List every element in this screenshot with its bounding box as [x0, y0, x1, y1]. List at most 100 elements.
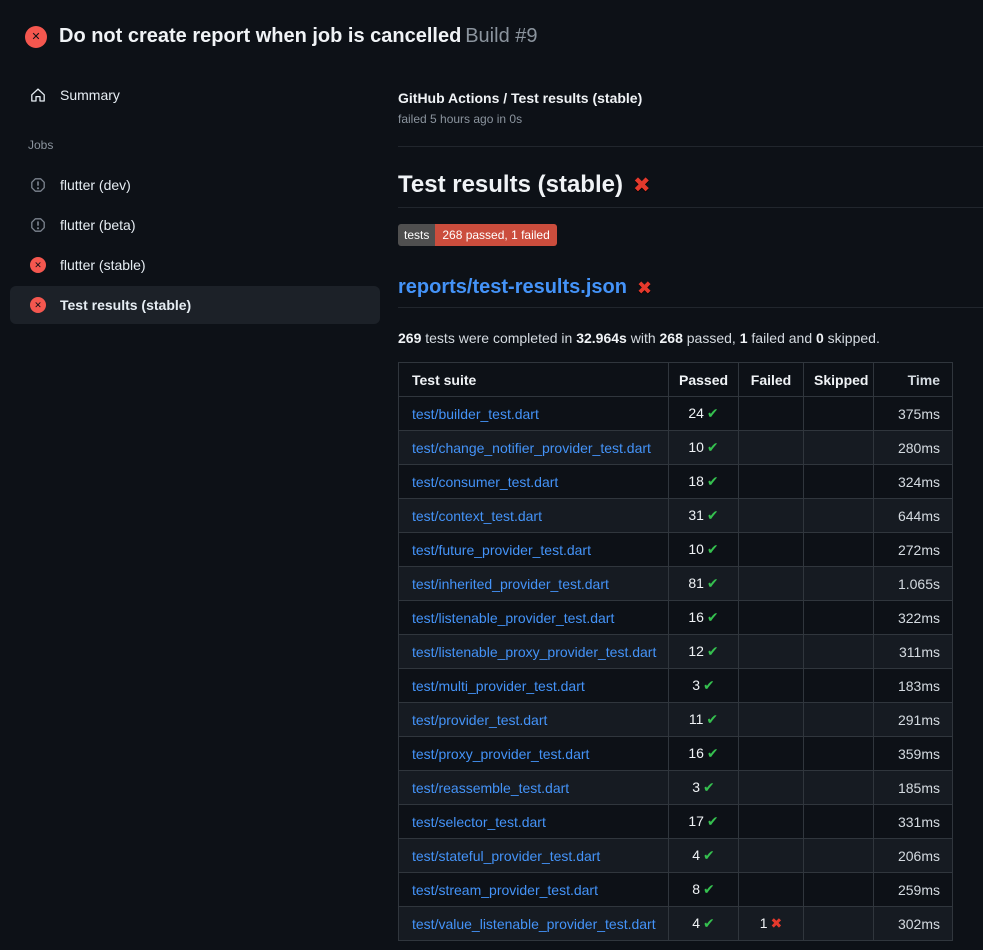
- run-title-line: Do not create report when job is cancell…: [59, 25, 538, 48]
- passed-cell: 81✔: [669, 567, 739, 601]
- failed-cell: [739, 431, 804, 465]
- tests-badge-value: 268 passed, 1 failed: [435, 224, 556, 246]
- table-row: test/stateful_provider_test.dart4✔206ms: [399, 839, 953, 873]
- failed-cell: 1✖: [739, 907, 804, 941]
- table-row: test/inherited_provider_test.dart81✔1.06…: [399, 567, 953, 601]
- run-title: Do not create report when job is cancell…: [59, 25, 461, 47]
- skipped-cell: [804, 601, 874, 635]
- report-file-link[interactable]: reports/test-results.json: [398, 276, 627, 299]
- run-status-line: failed 5 hours ago in 0s: [398, 110, 983, 128]
- check-icon: ✔: [703, 779, 715, 795]
- failed-cell: [739, 873, 804, 907]
- passed-cell: 10✔: [669, 431, 739, 465]
- summary-segment: tests were completed in: [421, 330, 576, 346]
- job-failed-icon: ✕: [30, 297, 46, 313]
- jobs-section-label: Jobs: [28, 138, 390, 152]
- test-suite-link[interactable]: test/inherited_provider_test.dart: [412, 576, 609, 592]
- time-cell: 324ms: [874, 465, 953, 499]
- summary-segment: 269: [398, 330, 421, 346]
- tests-badge-label: tests: [398, 224, 435, 246]
- skipped-cell: [804, 839, 874, 873]
- failed-cell: [739, 465, 804, 499]
- summary-segment: passed,: [683, 330, 740, 346]
- sidebar-job-item[interactable]: flutter (beta): [10, 206, 380, 244]
- failed-cell: [739, 601, 804, 635]
- sidebar-job-item[interactable]: ✕flutter (stable): [10, 246, 380, 284]
- passed-cell: 4✔: [669, 839, 739, 873]
- job-cancelled-icon: [30, 217, 46, 233]
- check-icon: ✔: [706, 711, 718, 727]
- failed-cell: [739, 499, 804, 533]
- job-label: flutter (stable): [60, 257, 146, 273]
- skipped-cell: [804, 737, 874, 771]
- sidebar-job-item[interactable]: flutter (dev): [10, 166, 380, 204]
- section-title-text: Test results (stable): [398, 171, 623, 199]
- test-suite-link[interactable]: test/provider_test.dart: [412, 712, 547, 728]
- summary-segment: 1: [740, 330, 748, 346]
- skipped-cell: [804, 703, 874, 737]
- sidebar-item-summary[interactable]: Summary: [10, 76, 380, 114]
- test-suite-link[interactable]: test/selector_test.dart: [412, 814, 546, 830]
- skipped-cell: [804, 397, 874, 431]
- test-suite-link[interactable]: test/value_listenable_provider_test.dart: [412, 916, 656, 932]
- failed-cell: [739, 703, 804, 737]
- test-suite-link[interactable]: test/listenable_proxy_provider_test.dart: [412, 644, 656, 660]
- passed-cell: 24✔: [669, 397, 739, 431]
- time-cell: 183ms: [874, 669, 953, 703]
- skipped-cell: [804, 499, 874, 533]
- test-suite-link[interactable]: test/stream_provider_test.dart: [412, 882, 598, 898]
- table-row: test/provider_test.dart11✔291ms: [399, 703, 953, 737]
- test-suite-link[interactable]: test/multi_provider_test.dart: [412, 678, 585, 694]
- test-suite-link[interactable]: test/consumer_test.dart: [412, 474, 558, 490]
- failed-cell: [739, 669, 804, 703]
- test-suite-link[interactable]: test/builder_test.dart: [412, 406, 539, 422]
- report-failed-x-icon: ✖: [637, 279, 652, 297]
- failed-cell: [739, 635, 804, 669]
- cross-icon: ✖: [771, 915, 783, 931]
- test-suite-link[interactable]: test/future_provider_test.dart: [412, 542, 591, 558]
- main-content: GitHub Actions / Test results (stable) f…: [390, 56, 983, 941]
- summary-segment: with: [627, 330, 660, 346]
- test-suite-link[interactable]: test/context_test.dart: [412, 508, 542, 524]
- time-cell: 291ms: [874, 703, 953, 737]
- passed-cell: 31✔: [669, 499, 739, 533]
- check-icon: ✔: [707, 745, 719, 761]
- passed-cell: 12✔: [669, 635, 739, 669]
- check-icon: ✔: [707, 609, 719, 625]
- sidebar-summary-label: Summary: [60, 87, 120, 103]
- time-cell: 359ms: [874, 737, 953, 771]
- failed-x-icon: ✖: [633, 175, 651, 196]
- tests-summary-text: 269 tests were completed in 32.964s with…: [398, 328, 983, 348]
- passed-cell: 16✔: [669, 601, 739, 635]
- time-cell: 375ms: [874, 397, 953, 431]
- passed-cell: 18✔: [669, 465, 739, 499]
- section-title: Test results (stable) ✖: [398, 171, 983, 208]
- report-title: reports/test-results.json ✖: [398, 276, 983, 308]
- summary-segment: 0: [816, 330, 824, 346]
- skipped-cell: [804, 567, 874, 601]
- job-label: Test results (stable): [60, 297, 191, 313]
- sidebar: Summary Jobs flutter (dev)flutter (beta)…: [0, 56, 390, 324]
- check-icon: ✔: [707, 473, 719, 489]
- failed-cell: [739, 839, 804, 873]
- time-cell: 280ms: [874, 431, 953, 465]
- test-suite-link[interactable]: test/reassemble_test.dart: [412, 780, 569, 796]
- col-test-suite: Test suite: [399, 363, 669, 397]
- check-icon: ✔: [707, 575, 719, 591]
- table-row: test/multi_provider_test.dart3✔183ms: [399, 669, 953, 703]
- check-icon: ✔: [707, 439, 719, 455]
- passed-cell: 10✔: [669, 533, 739, 567]
- failed-cell: [739, 567, 804, 601]
- test-suite-link[interactable]: test/stateful_provider_test.dart: [412, 848, 600, 864]
- test-suite-link[interactable]: test/listenable_provider_test.dart: [412, 610, 614, 626]
- test-suite-link[interactable]: test/proxy_provider_test.dart: [412, 746, 589, 762]
- sidebar-job-item[interactable]: ✕ Test results (stable): [10, 286, 380, 324]
- check-icon: ✔: [707, 813, 719, 829]
- passed-cell: 8✔: [669, 873, 739, 907]
- table-row: test/proxy_provider_test.dart 16✔ 359ms: [399, 737, 953, 771]
- failed-cell: [739, 533, 804, 567]
- time-cell: 644ms: [874, 499, 953, 533]
- failed-cell: [739, 737, 804, 771]
- passed-cell: 16✔: [669, 737, 739, 771]
- test-suite-link[interactable]: test/change_notifier_provider_test.dart: [412, 440, 651, 456]
